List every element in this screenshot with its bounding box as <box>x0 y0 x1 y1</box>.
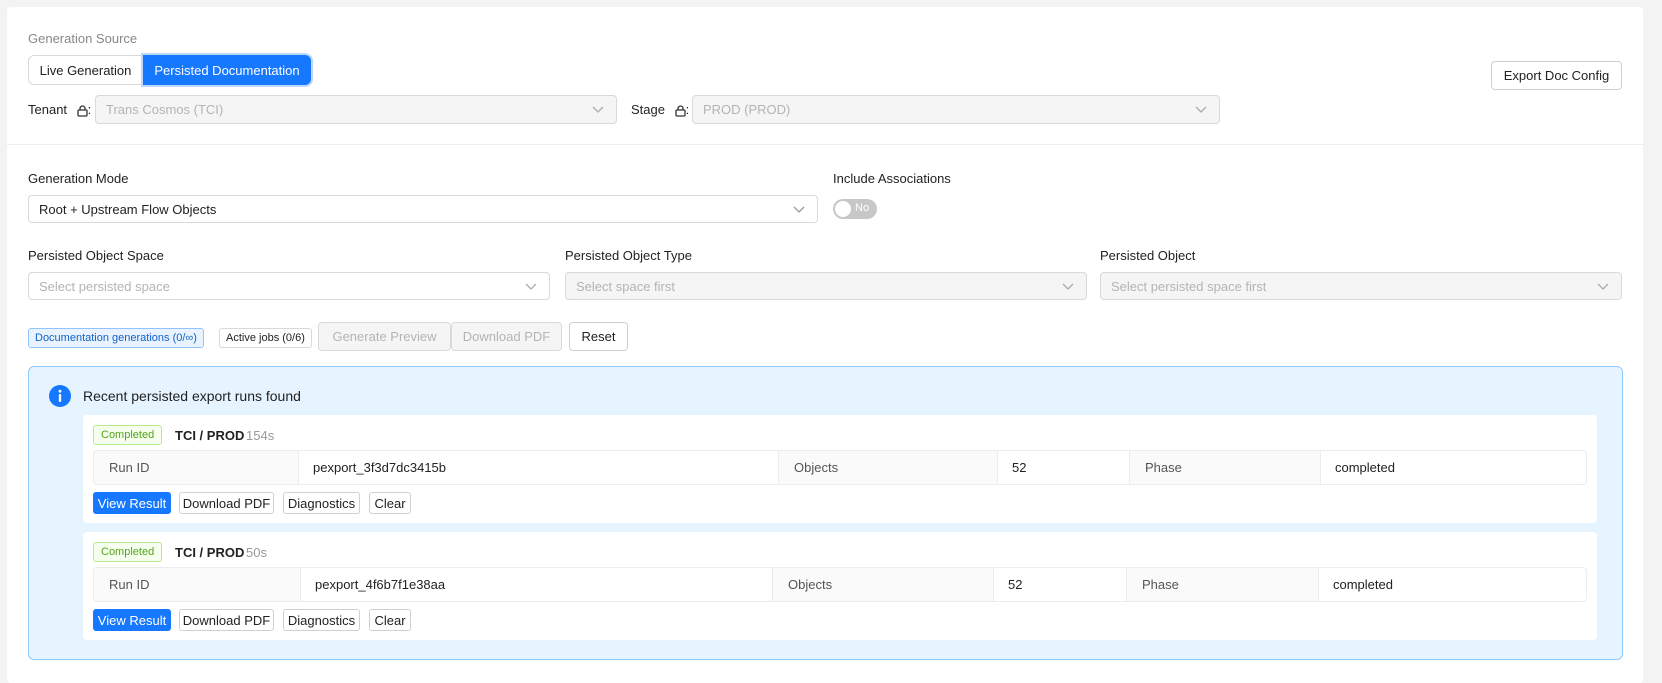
generate-preview-button[interactable]: Generate Preview <box>318 322 451 351</box>
stage-label: Stage : <box>631 102 689 117</box>
persisted-type-placeholder: Select space first <box>576 278 675 294</box>
phase-label: Phase <box>1127 568 1319 601</box>
persisted-space-label: Persisted Object Space <box>28 248 164 263</box>
persisted-type-label: Persisted Object Type <box>565 248 692 263</box>
clear-button[interactable]: Clear <box>369 609 411 631</box>
toggle-knob <box>835 201 851 217</box>
include-associations-toggle[interactable]: No <box>833 199 877 219</box>
info-icon <box>49 385 71 407</box>
persisted-space-placeholder: Select persisted space <box>39 278 170 294</box>
tenant-colon: : <box>87 102 92 117</box>
run-title: TCI / PROD <box>175 545 245 560</box>
run-duration: 50s <box>246 545 267 560</box>
diagnostics-button[interactable]: Diagnostics <box>283 492 360 514</box>
chevron-down-icon <box>1062 283 1074 290</box>
persisted-object-select[interactable]: Select persisted space first <box>1100 272 1622 300</box>
persisted-space-select[interactable]: Select persisted space <box>28 272 550 300</box>
stage-label-text: Stage <box>631 102 665 117</box>
generation-mode-select[interactable]: Root + Upstream Flow Objects <box>28 195 818 223</box>
lock-icon <box>77 104 88 117</box>
download-pdf-button[interactable]: Download PDF <box>179 609 274 631</box>
run-details: Run ID pexport_3f3d7dc3415b Objects 52 P… <box>93 450 1587 485</box>
tenant-label: Tenant : <box>28 102 91 117</box>
download-pdf-button[interactable]: Download PDF <box>451 322 562 351</box>
run-id-value: pexport_3f3d7dc3415b <box>299 451 779 484</box>
objects-label: Objects <box>773 568 994 601</box>
persisted-documentation-button[interactable]: Persisted Documentation <box>143 55 311 85</box>
lock-icon <box>674 104 686 117</box>
persisted-object-placeholder: Select persisted space first <box>1111 278 1267 294</box>
view-result-button[interactable]: View Result <box>93 609 171 631</box>
phase-value: completed <box>1335 460 1395 475</box>
section-divider <box>7 144 1643 145</box>
generation-mode-label: Generation Mode <box>28 171 129 186</box>
generation-mode-value: Root + Upstream Flow Objects <box>39 201 217 217</box>
stage-colon: : <box>685 102 690 117</box>
objects-label: Objects <box>779 451 998 484</box>
view-result-button[interactable]: View Result <box>93 492 171 514</box>
objects-value: 52 <box>998 451 1130 484</box>
persisted-object-label: Persisted Object <box>1100 248 1196 263</box>
toggle-text: No <box>855 202 870 214</box>
status-badge: Completed <box>93 542 163 562</box>
chevron-down-icon <box>793 206 805 213</box>
stage-value: PROD (PROD) <box>703 102 791 117</box>
tenant-select[interactable]: Trans Cosmos (TCI) <box>95 95 617 124</box>
tenant-label-text: Tenant <box>28 102 68 117</box>
chevron-down-icon <box>1597 283 1609 290</box>
chevron-down-icon <box>525 283 537 290</box>
persisted-type-select[interactable]: Select space first <box>565 272 1087 300</box>
chevron-down-icon <box>592 106 604 113</box>
generation-source-label: Generation Source <box>28 31 138 46</box>
run-card: Completed TCI / PROD 50s Run ID pexport_… <box>83 532 1597 640</box>
run-title: TCI / PROD <box>175 428 245 443</box>
run-id-label: Run ID <box>94 568 301 601</box>
alert-title: Recent persisted export runs found <box>83 388 301 404</box>
status-badge: Completed <box>93 425 163 445</box>
reset-button[interactable]: Reset <box>569 322 628 351</box>
objects-value: 52 <box>994 568 1127 601</box>
diagnostics-button[interactable]: Diagnostics <box>283 609 360 631</box>
clear-button[interactable]: Clear <box>369 492 411 514</box>
live-generation-button[interactable]: Live Generation <box>28 55 143 85</box>
download-pdf-button[interactable]: Download PDF <box>179 492 274 514</box>
documentation-generations-tag: Documentation generations (0/∞) <box>28 328 204 348</box>
tenant-value: Trans Cosmos (TCI) <box>106 102 224 117</box>
run-id-value: pexport_4f6b7f1e38aa <box>301 568 773 601</box>
phase-label: Phase <box>1130 451 1321 484</box>
export-doc-config-button[interactable]: Export Doc Config <box>1491 61 1622 90</box>
active-jobs-tag: Active jobs (0/6) <box>219 328 312 348</box>
stage-select[interactable]: PROD (PROD) <box>692 95 1220 124</box>
run-id-label: Run ID <box>94 451 299 484</box>
phase-value: completed <box>1333 577 1393 592</box>
chevron-down-icon <box>1195 106 1207 113</box>
run-card: Completed TCI / PROD 154s Run ID pexport… <box>83 415 1597 523</box>
include-associations-label: Include Associations <box>833 171 951 186</box>
run-details: Run ID pexport_4f6b7f1e38aa Objects 52 P… <box>93 567 1587 602</box>
run-duration: 154s <box>246 428 275 443</box>
